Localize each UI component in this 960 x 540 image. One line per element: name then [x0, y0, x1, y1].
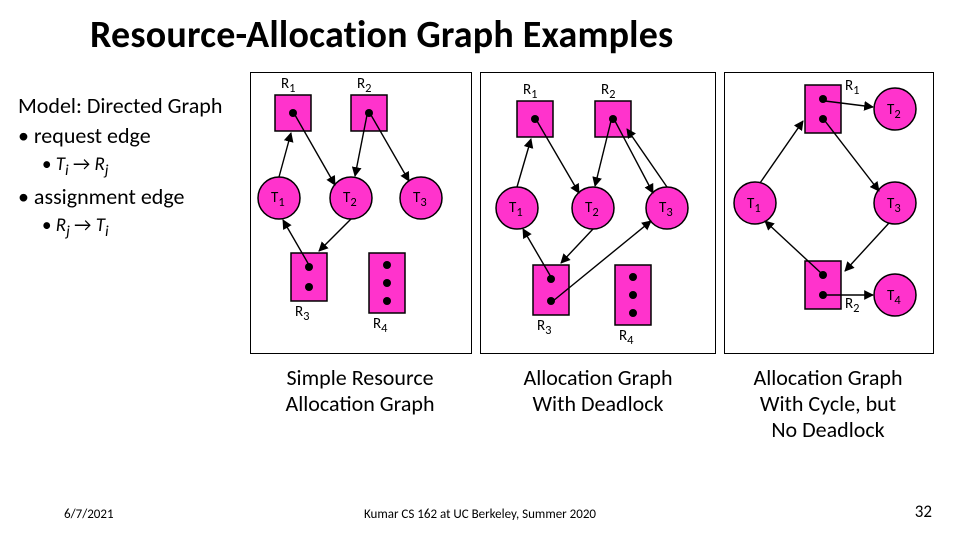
label-T1: T1 [271, 189, 285, 210]
label-R2: R2 [601, 81, 616, 102]
label-R4: R4 [619, 327, 634, 348]
footer-page: 32 [915, 501, 932, 522]
label-R2: R2 [357, 75, 372, 96]
slide: Resource-Allocation Graph Examples Model… [0, 0, 960, 540]
slide-title: Resource-Allocation Graph Examples [90, 12, 673, 58]
label-R1: R1 [281, 75, 296, 96]
label-T3: T3 [887, 195, 901, 216]
model-line1: Model: Directed Graph [18, 92, 222, 120]
label-R2: R2 [845, 295, 860, 316]
label-T2: T2 [887, 101, 901, 122]
diagram-simple [251, 73, 471, 353]
label-T1: T1 [747, 195, 761, 216]
model-sub-assign: • Rj → Ti [18, 214, 222, 242]
caption-cycle-no-deadlock: Allocation Graph With Cycle, but No Dead… [724, 365, 932, 443]
label-R4: R4 [373, 315, 388, 336]
label-R3: R3 [295, 303, 310, 324]
label-R1: R1 [523, 81, 538, 102]
label-R3: R3 [537, 317, 552, 338]
diagram-panel-simple: R1 R2 T1 T2 T3 R3 R4 [250, 72, 472, 354]
label-T2: T2 [585, 199, 599, 220]
label-T3: T3 [659, 199, 673, 220]
model-text: Model: Directed Graph • request edge • T… [18, 92, 222, 242]
label-T4: T4 [887, 287, 901, 308]
model-sub-request: • Ti → Rj [18, 153, 222, 181]
diagram-panel-cycle-no-deadlock: R1 T1 T2 T3 T4 R2 [724, 72, 934, 354]
label-T1: T1 [509, 199, 523, 220]
diagram-panel-deadlock: R1 R2 T1 T2 T3 R3 R4 [480, 72, 716, 354]
label-T2: T2 [343, 189, 357, 210]
model-bullet-assign: • assignment edge [18, 183, 222, 211]
model-bullet-request: • request edge [18, 122, 222, 150]
caption-simple: Simple Resource Allocation Graph [260, 365, 460, 417]
caption-deadlock: Allocation Graph With Deadlock [488, 365, 708, 417]
footer-center: Kumar CS 162 at UC Berkeley, Summer 2020 [0, 507, 960, 522]
label-T3: T3 [413, 189, 427, 210]
label-R1: R1 [845, 77, 860, 98]
